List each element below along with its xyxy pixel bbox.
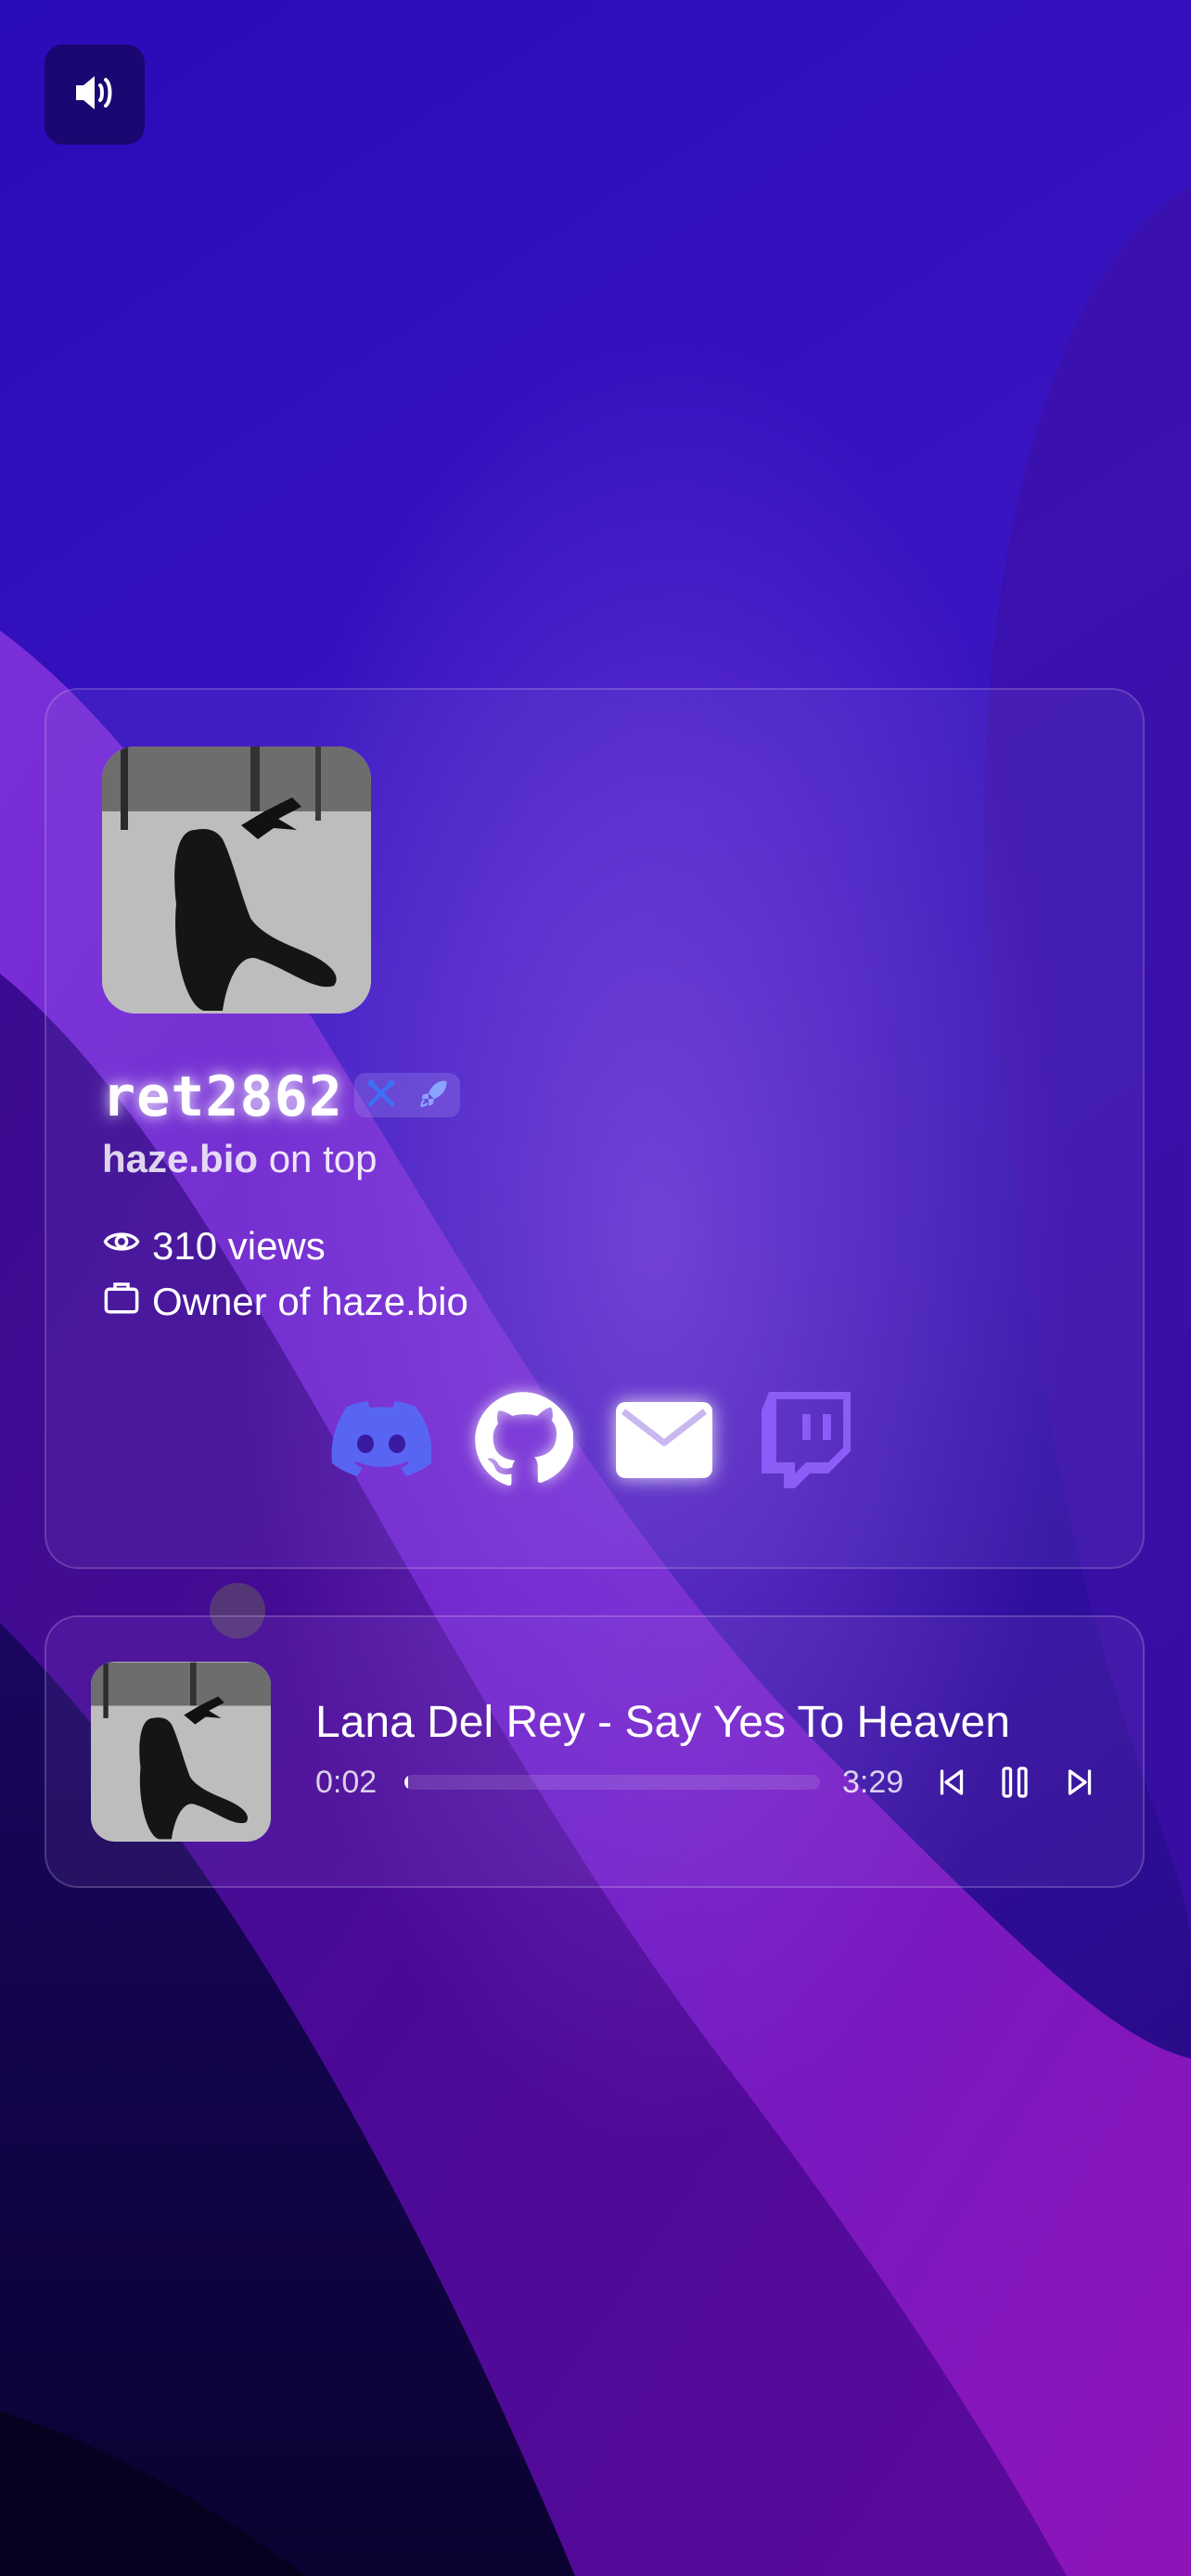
duration-time: 3:29	[842, 1765, 904, 1800]
github-icon	[473, 1390, 574, 1494]
bio: haze.bio on top	[102, 1137, 377, 1181]
briefcase-icon	[102, 1278, 141, 1326]
views-count: 310 views	[152, 1224, 326, 1268]
previous-icon	[935, 1766, 968, 1803]
song-title: Lana Del Rey - Say Yes To Heaven	[315, 1698, 1010, 1747]
twitch-link[interactable]	[754, 1390, 858, 1494]
progress-bar[interactable]	[404, 1775, 820, 1790]
avatar	[102, 746, 371, 1014]
discord-link[interactable]	[329, 1390, 433, 1494]
role-text: Owner of haze.bio	[152, 1280, 468, 1323]
social-links	[329, 1391, 858, 1493]
twitch-icon	[761, 1392, 851, 1492]
github-link[interactable]	[471, 1390, 575, 1494]
rocket-icon	[417, 1077, 451, 1114]
views-stat: 310 views	[102, 1222, 326, 1270]
volume-icon	[72, 72, 117, 117]
pause-icon	[998, 1764, 1031, 1804]
discord-icon	[331, 1400, 432, 1484]
email-icon	[614, 1400, 714, 1484]
sound-toggle-button[interactable]	[45, 45, 145, 145]
role-stat: Owner of haze.bio	[102, 1278, 468, 1326]
username: ret2862	[102, 1065, 343, 1129]
badges	[354, 1073, 460, 1117]
next-button[interactable]	[1061, 1764, 1098, 1804]
bio-site-link[interactable]: haze.bio	[102, 1137, 258, 1180]
elapsed-time: 0:02	[315, 1765, 378, 1800]
pause-button[interactable]	[996, 1764, 1033, 1804]
eye-icon	[102, 1222, 141, 1270]
tools-icon	[365, 1077, 398, 1114]
previous-button[interactable]	[933, 1764, 970, 1804]
album-cover	[91, 1662, 271, 1842]
email-link[interactable]	[612, 1390, 716, 1494]
next-icon	[1063, 1766, 1096, 1803]
bio-text: on top	[258, 1137, 378, 1180]
